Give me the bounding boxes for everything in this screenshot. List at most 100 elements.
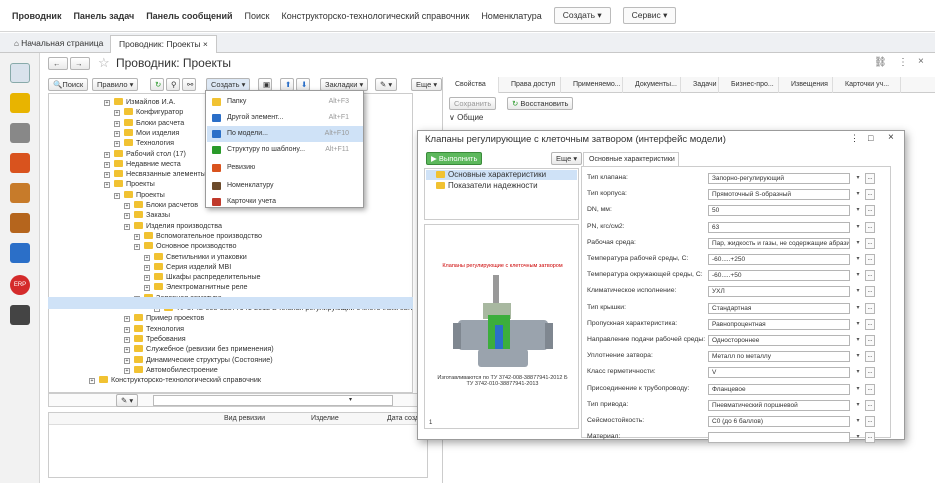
- chevron-down-icon[interactable]: ▾: [853, 238, 863, 249]
- expand-icon[interactable]: +: [134, 244, 140, 251]
- modules-icon[interactable]: [10, 93, 30, 113]
- briefcase-icon[interactable]: [10, 213, 30, 233]
- properties-tab[interactable]: Карточки уч...: [833, 77, 901, 93]
- property-value-field[interactable]: V: [708, 367, 850, 379]
- chevron-down-icon[interactable]: ▾: [853, 367, 863, 378]
- chevron-down-icon[interactable]: ▾: [853, 189, 863, 200]
- property-value-field[interactable]: [708, 432, 850, 444]
- expand-icon[interactable]: +: [114, 192, 120, 199]
- forward-button[interactable]: →: [70, 57, 90, 70]
- select-button[interactable]: ...: [865, 270, 875, 282]
- expand-icon[interactable]: +: [124, 367, 130, 374]
- select-button[interactable]: ...: [865, 416, 875, 427]
- expand-icon[interactable]: +: [89, 378, 95, 385]
- tab-explorer-projects[interactable]: Проводник: Проекты ×: [110, 35, 217, 53]
- nav-explorer[interactable]: Проводник: [12, 11, 61, 21]
- section-item-reliability[interactable]: Показатели надежности: [426, 181, 577, 191]
- chevron-down-icon[interactable]: ▾: [853, 222, 863, 233]
- col-product[interactable]: Изделие: [311, 415, 339, 422]
- chevron-down-icon[interactable]: ▾: [853, 205, 863, 216]
- properties-tab[interactable]: Извещения: [779, 77, 833, 93]
- col-revision-type[interactable]: Вид ревизии: [224, 415, 265, 422]
- service-dropdown[interactable]: Сервис ▾: [622, 7, 677, 24]
- properties-tab[interactable]: Документы...: [623, 77, 681, 93]
- property-value-field[interactable]: -60.....+50: [708, 270, 850, 282]
- property-value-field[interactable]: С0 (до 6 баллов): [708, 416, 850, 427]
- tools-icon[interactable]: [10, 305, 30, 325]
- unlink-icon[interactable]: ⚯: [182, 78, 196, 91]
- property-value-field[interactable]: Стандартная: [708, 302, 850, 314]
- expand-icon[interactable]: +: [104, 161, 110, 168]
- dialog-more-button[interactable]: Еще ▾: [551, 152, 583, 165]
- expand-icon[interactable]: +: [114, 130, 120, 137]
- tab-home[interactable]: ⌂ Начальная страница: [6, 35, 111, 53]
- bottom-filter-input[interactable]: [153, 395, 393, 406]
- expand-icon[interactable]: +: [124, 223, 130, 230]
- expand-icon[interactable]: +: [124, 357, 130, 364]
- menu-item[interactable]: Другой элемент... Alt+F1: [207, 110, 363, 126]
- chevron-down-icon[interactable]: ▾: [853, 254, 863, 265]
- more-icon[interactable]: ⋮: [898, 57, 908, 68]
- select-button[interactable]: ...: [865, 205, 875, 217]
- property-value-field[interactable]: Фланцевое: [708, 383, 850, 395]
- save-properties-button[interactable]: Сохранить: [449, 97, 497, 110]
- menu-item[interactable]: Номенклатуру: [207, 178, 363, 194]
- search-button[interactable]: 🔍Поиск: [48, 78, 89, 91]
- nav-message-panel[interactable]: Панель сообщений: [146, 11, 232, 21]
- menu-item[interactable]: Карточки учета: [207, 194, 363, 210]
- tools-dropdown[interactable]: ✎ ▾: [375, 78, 398, 91]
- dialog-close-icon[interactable]: ×: [888, 132, 894, 143]
- properties-tab[interactable]: Задачи: [681, 77, 719, 93]
- star-icon[interactable]: ☆: [98, 55, 110, 71]
- section-item-main[interactable]: Основные характеристики: [426, 170, 577, 180]
- property-value-field[interactable]: Пар, жидкость и газы, не содержащие абра…: [708, 237, 850, 249]
- select-button[interactable]: ...: [865, 351, 875, 363]
- tree-row[interactable]: + Конструкторско-технологический справочн…: [89, 374, 261, 385]
- monitor-icon[interactable]: [10, 63, 30, 83]
- select-button[interactable]: ...: [865, 302, 875, 314]
- select-button[interactable]: ...: [865, 318, 875, 330]
- nav-nomenclature[interactable]: Номенклатура: [481, 11, 541, 21]
- chevron-down-icon[interactable]: ▾: [853, 416, 863, 427]
- back-button[interactable]: ←: [48, 57, 68, 70]
- run-button[interactable]: ▶ Выполнить: [426, 152, 483, 165]
- expand-icon[interactable]: +: [134, 233, 140, 240]
- property-value-field[interactable]: Прямоточный S-образный: [708, 189, 850, 201]
- puzzle-icon[interactable]: [10, 243, 30, 263]
- expand-icon[interactable]: +: [144, 264, 150, 271]
- chevron-down-icon[interactable]: ▾: [853, 335, 863, 346]
- bottom-tools-dropdown[interactable]: ✎ ▾: [116, 394, 139, 407]
- properties-tab[interactable]: Свойства: [443, 77, 499, 93]
- general-section[interactable]: ∨ Общие: [449, 113, 483, 122]
- more-button[interactable]: Еще ▾: [411, 78, 443, 91]
- nav-reference[interactable]: Конструкторско-технологический справочни…: [281, 11, 469, 21]
- refresh-icon[interactable]: ↻: [150, 78, 164, 91]
- expand-icon[interactable]: +: [104, 182, 110, 189]
- nav-task-panel[interactable]: Панель задач: [73, 11, 134, 21]
- properties-tab[interactable]: Бизнес-про...: [719, 77, 779, 93]
- property-value-field[interactable]: 63: [708, 221, 850, 233]
- expand-icon[interactable]: +: [104, 100, 110, 106]
- select-button[interactable]: ...: [865, 221, 875, 233]
- expand-icon[interactable]: +: [144, 254, 150, 261]
- rule-button[interactable]: Правило ▾: [92, 78, 139, 91]
- property-value-field[interactable]: Одностороннее: [708, 335, 850, 346]
- select-button[interactable]: ...: [865, 286, 875, 298]
- chevron-down-icon[interactable]: ▾: [853, 303, 863, 314]
- col-date[interactable]: Дата созд: [387, 415, 419, 422]
- erp-icon[interactable]: ERP: [10, 275, 30, 295]
- expand-icon[interactable]: +: [104, 151, 110, 158]
- expand-icon[interactable]: +: [114, 120, 120, 127]
- property-value-field[interactable]: Запорно-регулирующий: [708, 173, 850, 184]
- nav-search[interactable]: Поиск: [245, 11, 270, 21]
- properties-tab[interactable]: Права доступ: [499, 77, 561, 93]
- link-tree-icon[interactable]: ⚲: [166, 78, 180, 91]
- select-button[interactable]: ...: [865, 237, 875, 249]
- menu-item[interactable]: По модели... Alt+F10: [207, 126, 363, 142]
- select-button[interactable]: ...: [865, 335, 875, 346]
- property-value-field[interactable]: Равнопроцентная: [708, 318, 850, 330]
- chevron-down-icon[interactable]: ▾: [853, 432, 863, 443]
- menu-item[interactable]: Структуру по шаблону... Alt+F11: [207, 142, 363, 158]
- select-button[interactable]: ...: [865, 383, 875, 395]
- expand-icon[interactable]: +: [124, 347, 130, 354]
